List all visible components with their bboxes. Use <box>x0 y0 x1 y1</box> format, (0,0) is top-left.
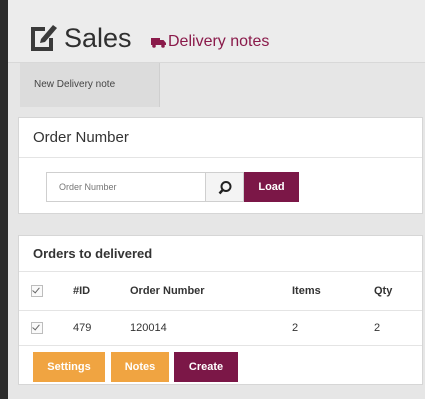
settings-button[interactable]: Settings <box>33 352 105 382</box>
select-all-cell <box>19 272 72 311</box>
table-row: 479 120014 2 2 <box>19 310 422 346</box>
order-number-panel-title: Order Number <box>19 118 422 158</box>
edit-square-icon <box>31 25 57 51</box>
column-header-order-number[interactable]: Order Number <box>129 272 291 311</box>
window-frame-edge <box>0 0 8 399</box>
tab-new-delivery-note[interactable]: New Delivery note <box>20 63 160 107</box>
row-id: 479 <box>72 310 129 346</box>
row-items: 2 <box>291 310 373 346</box>
row-select-cell <box>19 310 72 346</box>
row-qty: 2 <box>373 310 422 346</box>
notes-button[interactable]: Notes <box>111 352 169 382</box>
orders-to-deliver-panel: Orders to delivered #ID Order Number Ite… <box>18 235 423 385</box>
tab-bar: New Delivery note <box>8 63 425 107</box>
row-order-number: 120014 <box>129 310 291 346</box>
table-header-row: #ID Order Number Items Qty <box>19 272 422 311</box>
search-button[interactable] <box>206 172 244 202</box>
orders-table: #ID Order Number Items Qty 479 120014 2 … <box>19 272 422 346</box>
orders-panel-title: Orders to delivered <box>19 236 422 272</box>
row-checkbox[interactable] <box>31 322 43 335</box>
select-all-checkbox[interactable] <box>31 285 43 298</box>
load-button[interactable]: Load <box>244 172 299 202</box>
create-button[interactable]: Create <box>174 352 238 382</box>
page-title: Sales <box>64 23 132 53</box>
order-number-input[interactable] <box>46 172 206 202</box>
order-number-panel: Order Number Load <box>18 117 423 214</box>
search-icon <box>218 181 232 195</box>
page-subtitle: Delivery notes <box>168 33 270 50</box>
column-header-qty[interactable]: Qty <box>373 272 422 311</box>
column-header-items[interactable]: Items <box>291 272 373 311</box>
column-header-id[interactable]: #ID <box>72 272 129 311</box>
page-header: Sales Delivery notes <box>8 0 425 63</box>
truck-icon <box>151 38 166 48</box>
